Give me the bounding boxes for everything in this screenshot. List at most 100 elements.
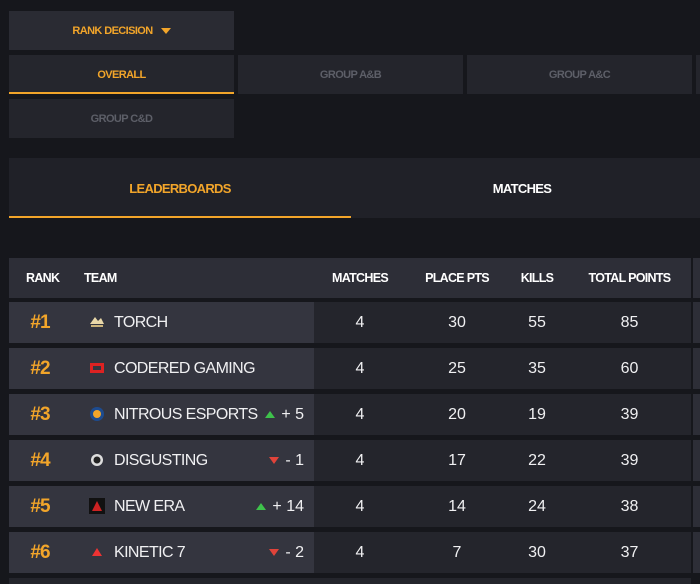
rank-cell: #6 bbox=[9, 532, 71, 573]
tab-overall[interactable]: OVERALL bbox=[9, 55, 234, 94]
tab-group-cd[interactable]: GROUP C&D bbox=[9, 99, 234, 138]
tab-matches-label: MATCHES bbox=[492, 180, 552, 196]
stats-cell: 4 7 30 37 bbox=[314, 532, 691, 573]
rank-value: #4 bbox=[30, 449, 50, 471]
matches-value: 4 bbox=[355, 314, 365, 331]
arrow-down-icon bbox=[269, 549, 280, 556]
matches-value: 4 bbox=[355, 544, 365, 561]
table-row[interactable]: #4 DISGUSTING - 1 4 17 22 39 bbox=[9, 440, 691, 481]
team-cell: NEW ERA + 14 bbox=[71, 486, 314, 527]
stats-cell: 4 25 35 60 bbox=[314, 348, 691, 389]
table-row-partial bbox=[9, 578, 691, 584]
team-cell: NITROUS ESPORTS + 5 bbox=[71, 394, 314, 435]
rank-value: #3 bbox=[30, 403, 50, 425]
tab-leaderboards[interactable]: LEADERBOARDS bbox=[9, 158, 351, 218]
total-points-value: 85 bbox=[620, 314, 639, 331]
nitrous-logo-icon bbox=[89, 406, 105, 422]
rank-change: + 5 bbox=[265, 394, 304, 435]
tab-group-ab-label: GROUP A&B bbox=[319, 68, 382, 81]
kills-value: 55 bbox=[528, 314, 546, 331]
stats-cell: 4 20 19 39 bbox=[314, 394, 691, 435]
row-edge bbox=[693, 532, 700, 573]
matches-value: 4 bbox=[355, 406, 365, 423]
kills-value: 35 bbox=[528, 360, 546, 377]
stats-cell: 4 17 22 39 bbox=[314, 440, 691, 481]
total-points-value: 37 bbox=[620, 544, 639, 561]
kills-value: 24 bbox=[528, 498, 546, 515]
caret-down-icon bbox=[160, 27, 171, 34]
table-header-edge bbox=[693, 258, 700, 298]
kills-value: 19 bbox=[528, 406, 546, 423]
rank-change-value: + 14 bbox=[272, 498, 304, 515]
table-row[interactable]: #2 CODERED GAMING 4 25 35 60 bbox=[9, 348, 691, 389]
place-pts-value: 30 bbox=[448, 314, 466, 331]
rank-change: - 1 bbox=[269, 440, 304, 481]
total-points-value: 39 bbox=[620, 452, 639, 469]
total-points-value: 38 bbox=[620, 498, 639, 515]
stats-cell: 4 30 55 85 bbox=[314, 302, 691, 343]
rank-change: - 2 bbox=[269, 532, 304, 573]
table-header: RANK TEAM MATCHES PLACE PTS KILLS TOTAL … bbox=[9, 258, 691, 298]
kills-value: 22 bbox=[528, 452, 546, 469]
tab-overflow bbox=[696, 55, 700, 94]
header-total-points: TOTAL POINTS bbox=[588, 271, 672, 285]
arrow-up-icon bbox=[265, 411, 276, 418]
rank-cell: #4 bbox=[9, 440, 71, 481]
team-cell: DISGUSTING - 1 bbox=[71, 440, 314, 481]
place-pts-value: 14 bbox=[448, 498, 466, 515]
table-row[interactable]: #3 NITROUS ESPORTS + 5 4 20 19 39 bbox=[9, 394, 691, 435]
tab-overall-label: OVERALL bbox=[97, 68, 146, 81]
tab-matches[interactable]: MATCHES bbox=[351, 158, 693, 218]
table-row[interactable]: #5 NEW ERA + 14 4 14 24 38 bbox=[9, 486, 691, 527]
table-row[interactable]: #6 KINETIC 7 - 2 4 7 30 37 bbox=[9, 532, 691, 573]
total-points-value: 60 bbox=[620, 360, 639, 377]
row-edge bbox=[693, 348, 700, 389]
team-name: NITROUS ESPORTS bbox=[114, 406, 258, 423]
rank-change-value: - 1 bbox=[285, 452, 304, 469]
rank-value: #6 bbox=[30, 541, 50, 563]
tab-group-cd-label: GROUP C&D bbox=[90, 112, 153, 125]
team-name: NEW ERA bbox=[114, 498, 185, 515]
header-place-pts: PLACE PTS bbox=[425, 271, 490, 285]
team-cell: TORCH bbox=[71, 302, 314, 343]
rank-value: #1 bbox=[30, 311, 50, 333]
codered-logo-icon bbox=[89, 360, 105, 376]
place-pts-value: 20 bbox=[448, 406, 466, 423]
rank-decision-label: RANK DECISION bbox=[72, 24, 153, 37]
tab-group-ac-label: GROUP A&C bbox=[548, 68, 611, 81]
team-cell: CODERED GAMING bbox=[71, 348, 314, 389]
stats-cell: 4 14 24 38 bbox=[314, 486, 691, 527]
header-matches: MATCHES bbox=[332, 271, 389, 285]
arrow-down-icon bbox=[269, 457, 280, 464]
team-name: CODERED GAMING bbox=[114, 360, 256, 377]
place-pts-value: 7 bbox=[452, 544, 462, 561]
row-edge bbox=[693, 440, 700, 481]
tab-group-ab[interactable]: GROUP A&B bbox=[238, 55, 463, 94]
team-cell: KINETIC 7 - 2 bbox=[71, 532, 314, 573]
row-edge bbox=[693, 302, 700, 343]
team-name: KINETIC 7 bbox=[114, 544, 186, 561]
disgusting-logo-icon bbox=[89, 452, 105, 468]
row-edge bbox=[693, 486, 700, 527]
torch-logo-icon bbox=[89, 314, 105, 330]
table-row[interactable]: #1 TORCH 4 30 55 85 bbox=[9, 302, 691, 343]
header-kills: KILLS bbox=[520, 271, 554, 285]
rank-cell: #5 bbox=[9, 486, 71, 527]
rank-change: + 14 bbox=[256, 486, 304, 527]
header-rank: RANK bbox=[26, 271, 60, 285]
tab-group-ac[interactable]: GROUP A&C bbox=[467, 55, 692, 94]
matches-value: 4 bbox=[355, 498, 365, 515]
matches-value: 4 bbox=[355, 360, 365, 377]
rank-cell: #1 bbox=[9, 302, 71, 343]
rank-cell: #3 bbox=[9, 394, 71, 435]
new-era-logo-icon bbox=[89, 498, 105, 514]
place-pts-value: 17 bbox=[448, 452, 466, 469]
rank-decision-dropdown[interactable]: RANK DECISION bbox=[9, 11, 234, 50]
matches-value: 4 bbox=[355, 452, 365, 469]
place-pts-value: 25 bbox=[448, 360, 466, 377]
kinetic-logo-icon bbox=[89, 544, 105, 560]
rank-change-value: - 2 bbox=[285, 544, 304, 561]
total-points-value: 39 bbox=[620, 406, 639, 423]
section-tabs: LEADERBOARDS MATCHES bbox=[9, 158, 700, 218]
rank-value: #5 bbox=[30, 495, 50, 517]
